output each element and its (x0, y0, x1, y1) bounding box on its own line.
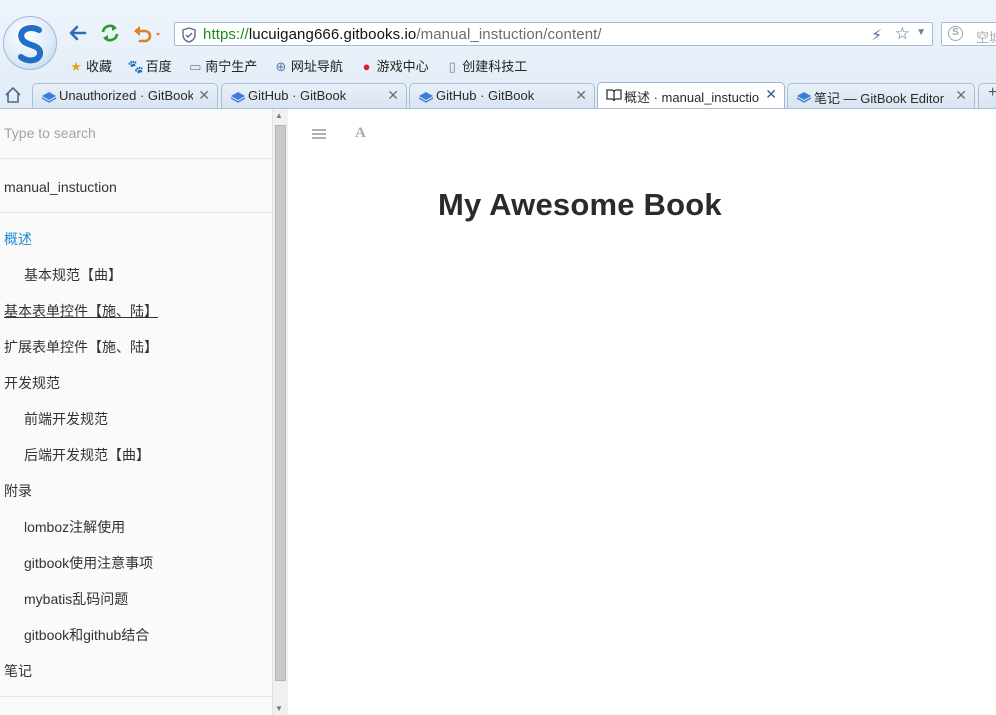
toc-item-label: gitbook和github结合 (24, 627, 150, 643)
bookmark-games[interactable]: ● 游戏中心 (359, 56, 429, 75)
tab-close-icon[interactable]: ✕ (955, 87, 967, 104)
bookmark-favorites[interactable]: ★ 收藏 (68, 56, 112, 75)
new-tab-button[interactable]: + (978, 83, 996, 108)
game-icon: ● (362, 59, 371, 74)
speed-mode-icon[interactable]: ⚡ (871, 26, 882, 44)
book-body: A My Awesome Book (289, 109, 996, 715)
globe-icon: ⊕ (275, 59, 287, 74)
tab-label: 概述 · manual_instuction (624, 90, 760, 105)
toc-item-label: lomboz注解使用 (24, 519, 126, 535)
toc-item[interactable]: 笔记 (0, 653, 272, 689)
bookmark-label: 创建科技工 (462, 59, 528, 74)
toc-item-label: 附录 (4, 483, 32, 499)
toc-item-label: 开发规范 (4, 375, 60, 391)
bookmark-label: 游戏中心 (376, 59, 429, 74)
tab-close-icon[interactable]: ✕ (575, 87, 587, 104)
gitbook-icon (41, 92, 57, 103)
home-icon[interactable] (3, 85, 23, 105)
sidebar-divider (0, 696, 272, 697)
bookmark-label: 百度 (145, 59, 172, 74)
browser-logo-icon[interactable] (3, 16, 57, 70)
star-icon: ★ (70, 59, 82, 74)
tab-github-1[interactable]: GitHub · GitBook ✕ (221, 83, 407, 108)
toc-item[interactable]: 扩展表单控件【施、陆】 (0, 329, 272, 365)
url-path: /manual_instuction/content/ (416, 26, 602, 43)
toc-item[interactable]: mybatis乱码问题 (0, 581, 272, 617)
scroll-up-arrow-icon[interactable]: ▲ (275, 111, 283, 120)
bookmark-label: 网址导航 (290, 59, 343, 74)
refresh-icon[interactable] (99, 22, 121, 44)
toc-item[interactable]: 基本表单控件【施、陆】 (0, 293, 272, 329)
sidebar-scrollbar[interactable]: ▲ ▼ (272, 109, 288, 715)
toc-item[interactable]: 基本规范【曲】 (0, 257, 272, 293)
back-icon[interactable] (67, 22, 89, 44)
search-input[interactable] (0, 109, 264, 157)
toc-item-label: 概述 (4, 231, 32, 247)
toggle-sidebar-icon[interactable] (311, 125, 331, 143)
toc-item-label: 后端开发规范【曲】 (24, 447, 150, 463)
book-icon (606, 89, 622, 102)
undo-close-tab-icon[interactable] (131, 22, 165, 44)
tab-label: Unauthorized · GitBook (59, 88, 193, 103)
bookmark-label: 收藏 (86, 59, 113, 74)
bookmark-nanning[interactable]: ▭ 南宁生产 (187, 56, 257, 75)
tab-strip: Unauthorized · GitBook ✕ GitHub · GitBoo… (0, 82, 996, 108)
folder-icon: ▭ (189, 59, 202, 74)
book-summary-sidebar: manual_instuction 概述 基本规范【曲】 基本表单控件【施、陆】… (0, 109, 272, 715)
toc-item-label: 前端开发规范 (24, 411, 108, 427)
tab-notes-editor[interactable]: 笔记 — GitBook Editor ✕ (787, 83, 975, 108)
tab-overview-active[interactable]: 概述 · manual_instuction ✕ (597, 82, 785, 108)
scroll-down-arrow-icon[interactable]: ▼ (275, 704, 283, 713)
tab-label: 笔记 — GitBook Editor (814, 91, 945, 106)
tab-unauthorized[interactable]: Unauthorized · GitBook ✕ (32, 83, 218, 108)
gitbook-icon (418, 92, 434, 103)
tab-close-icon[interactable]: ✕ (387, 87, 399, 104)
toc-item[interactable]: gitbook使用注意事项 (0, 545, 272, 581)
toc-item[interactable]: 后端开发规范【曲】 (0, 437, 272, 473)
bookmark-label: 南宁生产 (205, 59, 258, 74)
tab-close-icon[interactable]: ✕ (198, 87, 210, 104)
toc-item[interactable]: gitbook和github结合 (0, 617, 272, 653)
toc-item-label: mybatis乱码问题 (24, 591, 129, 607)
gitbook-icon (796, 92, 812, 103)
address-bar[interactable]: https://lucuigang666.gitbooks.io/manual_… (174, 22, 933, 46)
book-name-link[interactable]: manual_instuction (0, 159, 272, 213)
font-settings-button[interactable]: A (355, 125, 375, 143)
search-engine-icon[interactable]: S (948, 26, 963, 41)
bookmark-star-icon[interactable]: ☆ (895, 24, 910, 44)
toc-item-label: 扩展表单控件【施、陆】 (4, 339, 158, 355)
bookmark-tech[interactable]: ▯ 创建科技工 (444, 56, 528, 75)
toc-item-label: 基本规范【曲】 (24, 267, 122, 283)
toc-item-label: 基本表单控件【施、陆】 (4, 303, 158, 319)
bookmark-nav[interactable]: ⊕ 网址导航 (273, 56, 343, 75)
gitbook-icon (230, 92, 246, 103)
toc-item-label: gitbook使用注意事项 (24, 555, 154, 571)
tab-close-icon[interactable]: ✕ (765, 86, 777, 103)
page-icon: ▯ (448, 59, 456, 74)
address-url[interactable]: https://lucuigang666.gitbooks.io/manual_… (203, 26, 602, 43)
search-engine-placeholder: 空城 (976, 30, 996, 45)
address-dropdown-icon[interactable]: ▼ (916, 27, 926, 38)
toc-item-label: 笔记 (4, 663, 32, 679)
toc-item[interactable]: 开发规范 (0, 365, 272, 401)
scrollbar-thumb[interactable] (275, 125, 286, 681)
tab-label: GitHub · GitBook (248, 88, 347, 103)
url-host: lucuigang666.gitbooks.io (248, 26, 417, 43)
baidu-paw-icon: 🐾 (127, 59, 144, 74)
sidebar-search (0, 109, 272, 159)
bookmark-baidu[interactable]: 🐾 百度 (128, 56, 172, 75)
toc-item[interactable]: 前端开发规范 (0, 401, 272, 437)
url-scheme: https:// (203, 26, 249, 43)
toc-item[interactable]: lomboz注解使用 (0, 509, 272, 545)
toc-item[interactable]: 概述 (0, 221, 272, 257)
tab-label: GitHub · GitBook (436, 88, 535, 103)
page-title: My Awesome Book (438, 187, 722, 222)
table-of-contents: 概述 基本规范【曲】 基本表单控件【施、陆】 扩展表单控件【施、陆】 开发规范 … (0, 213, 272, 689)
toc-item[interactable]: 附录 (0, 473, 272, 509)
search-engine-box[interactable]: S 空城 (941, 22, 996, 46)
bookmarks-bar: ★ 收藏 🐾 百度 ▭ 南宁生产 ⊕ 网址导航 ● 游戏中心 ▯ 创建科技工 (68, 56, 539, 76)
tab-github-2[interactable]: GitHub · GitBook ✕ (409, 83, 595, 108)
secure-shield-icon[interactable] (181, 27, 197, 46)
browser-chrome: https://lucuigang666.gitbooks.io/manual_… (0, 0, 996, 109)
